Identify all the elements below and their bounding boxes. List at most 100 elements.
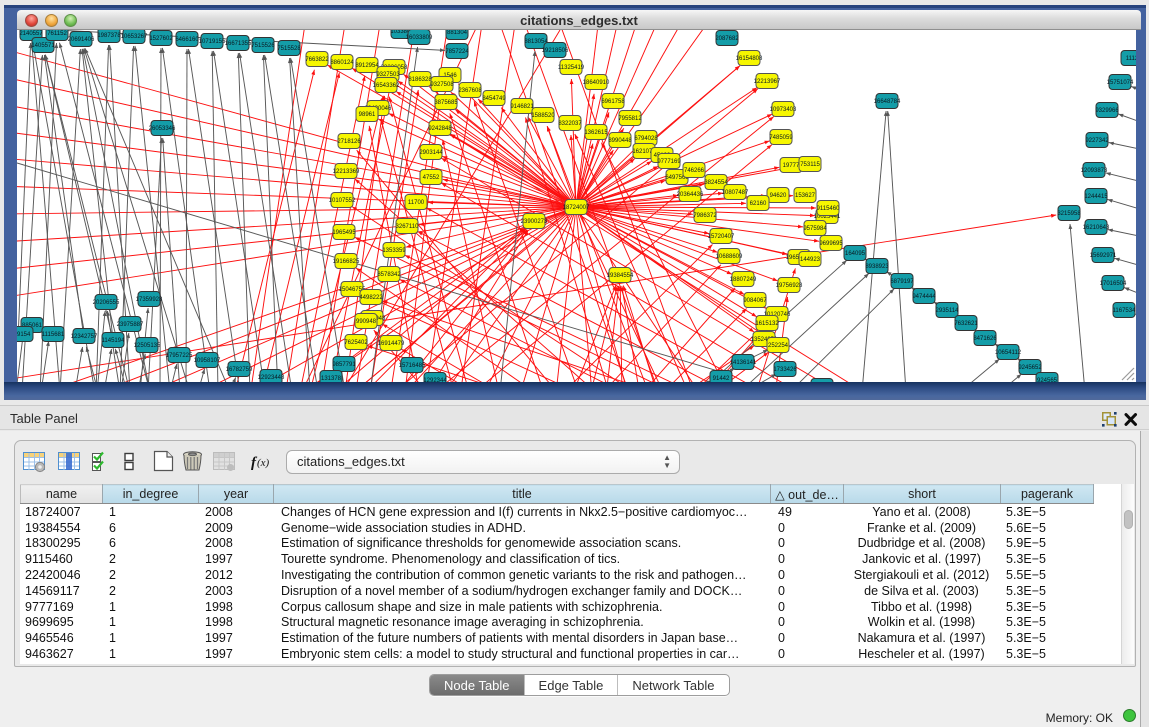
svg-text:12505135: 12505135 (134, 343, 161, 349)
svg-text:1362615: 1362615 (584, 130, 608, 136)
svg-text:91442: 91442 (713, 376, 730, 382)
svg-text:3215958: 3215958 (1057, 211, 1081, 217)
svg-text:94620: 94620 (770, 193, 787, 199)
svg-text:9227342: 9227342 (1085, 138, 1109, 144)
svg-text:1405571: 1405571 (31, 43, 55, 49)
svg-text:1167534: 1167534 (1113, 308, 1136, 314)
svg-text:1987378: 1987378 (97, 33, 121, 39)
svg-text:23900273: 23900273 (521, 219, 548, 225)
svg-text:1112: 1112 (1126, 56, 1136, 62)
svg-text:1615132: 1615132 (755, 321, 779, 327)
svg-text:7632621: 7632621 (954, 321, 978, 327)
svg-text:164095: 164095 (845, 251, 866, 257)
svg-text:18640910: 18640910 (583, 80, 610, 86)
svg-text:12213369: 12213369 (333, 169, 360, 175)
svg-text:16210643: 16210643 (1083, 225, 1110, 231)
svg-text:14136141: 14136141 (730, 360, 757, 366)
svg-text:1965495: 1965495 (332, 230, 356, 236)
svg-text:7485059: 7485059 (769, 135, 793, 141)
svg-text:990948: 990948 (356, 319, 377, 325)
svg-text:16154808: 16154808 (736, 56, 763, 62)
svg-text:15720407: 15720407 (708, 234, 735, 240)
svg-text:2935114: 2935114 (936, 308, 960, 314)
svg-text:1145194: 1145194 (102, 338, 126, 344)
svg-text:1588520: 1588520 (531, 113, 555, 119)
svg-text:10719155: 10719155 (199, 39, 226, 45)
svg-text:753115: 753115 (800, 162, 820, 168)
svg-text:9857791: 9857791 (332, 362, 356, 368)
svg-text:10807487: 10807487 (722, 190, 749, 196)
svg-text:9474444: 9474444 (912, 294, 936, 300)
svg-text:47552: 47552 (423, 175, 440, 181)
svg-text:9327508: 9327508 (430, 82, 454, 88)
svg-text:1292344: 1292344 (423, 378, 447, 382)
svg-text:2718126: 2718126 (337, 139, 361, 145)
svg-text:98961: 98961 (359, 112, 376, 118)
svg-text:20691406: 20691406 (68, 37, 95, 43)
svg-text:4498222: 4498222 (359, 295, 383, 301)
svg-text:153627: 153627 (795, 193, 816, 199)
svg-text:19777: 19777 (783, 163, 800, 169)
svg-text:7515526: 7515526 (251, 43, 275, 49)
svg-text:20364436: 20364436 (677, 192, 704, 198)
svg-text:7857224: 7857224 (445, 49, 469, 55)
svg-text:9245652: 9245652 (1018, 365, 1042, 371)
svg-text:10653267: 10653267 (121, 34, 148, 40)
svg-text:1527602: 1527602 (149, 36, 173, 42)
svg-text:2087682: 2087682 (715, 36, 739, 42)
svg-text:16648784: 16648784 (874, 99, 901, 105)
svg-text:131378: 131378 (321, 376, 342, 382)
svg-text:17016504: 17016504 (1100, 281, 1127, 287)
svg-text:16671355: 16671355 (225, 41, 252, 47)
svg-text:19384554: 19384554 (607, 273, 634, 279)
svg-text:12342757: 12342757 (71, 334, 98, 340)
svg-text:1733426: 1733426 (773, 367, 797, 373)
svg-text:746266: 746266 (684, 168, 705, 174)
svg-text:11700: 11700 (408, 200, 425, 206)
svg-text:7663822: 7663822 (305, 57, 329, 63)
svg-text:2903144: 2903144 (419, 150, 443, 156)
svg-text:12213967: 12213967 (754, 79, 781, 85)
svg-text:10107552: 10107552 (329, 198, 356, 204)
svg-text:15716485: 15716485 (399, 363, 426, 369)
svg-text:12923448: 12923448 (258, 375, 285, 381)
svg-text:7986372: 7986372 (693, 213, 717, 219)
svg-text:3875685: 3875685 (434, 100, 458, 106)
svg-text:881304: 881304 (447, 30, 468, 36)
svg-text:8860124: 8860124 (330, 60, 354, 66)
svg-text:39154: 39154 (17, 332, 31, 338)
svg-text:8990448: 8990448 (608, 138, 632, 144)
svg-text:2140557: 2140557 (19, 31, 43, 37)
svg-text:8578342: 8578342 (377, 272, 401, 278)
svg-text:10958107: 10958107 (194, 358, 221, 364)
svg-text:17359928: 17359928 (136, 297, 163, 303)
svg-text:9084067: 9084067 (743, 298, 767, 304)
svg-text:9242848: 9242848 (428, 126, 452, 132)
svg-text:19756928: 19756928 (776, 283, 803, 289)
svg-text:19166825: 19166825 (333, 259, 360, 265)
svg-text:18807249: 18807249 (730, 277, 757, 283)
svg-text:19218506: 19218506 (542, 48, 569, 54)
svg-text:9327503: 9327503 (376, 72, 400, 78)
svg-text:8322037: 8322037 (558, 121, 582, 127)
svg-text:6879197: 6879197 (890, 279, 914, 285)
svg-text:9329966: 9329966 (1095, 108, 1119, 114)
svg-text:10654112: 10654112 (995, 350, 1022, 356)
svg-text:144923: 144923 (800, 257, 821, 263)
svg-text:7955812: 7955812 (618, 116, 642, 122)
svg-text:62160: 62160 (750, 201, 767, 207)
svg-text:761152: 761152 (47, 31, 67, 37)
svg-text:9575984: 9575984 (803, 226, 827, 232)
svg-text:10688609: 10688609 (716, 254, 743, 260)
svg-text:8938923: 8938923 (865, 264, 889, 270)
svg-text:9115460: 9115460 (817, 206, 841, 212)
svg-text:2367608: 2367608 (458, 88, 482, 94)
svg-text:16782759: 16782759 (226, 367, 253, 373)
svg-text:16543362: 16543362 (373, 83, 400, 89)
svg-text:1244415: 1244415 (1084, 194, 1108, 200)
svg-text:6794028: 6794028 (634, 136, 658, 142)
svg-text:7515528: 7515528 (277, 46, 301, 52)
svg-text:9699695: 9699695 (819, 241, 843, 247)
svg-text:23975887: 23975887 (117, 322, 144, 328)
svg-text:8471626: 8471626 (973, 336, 997, 342)
